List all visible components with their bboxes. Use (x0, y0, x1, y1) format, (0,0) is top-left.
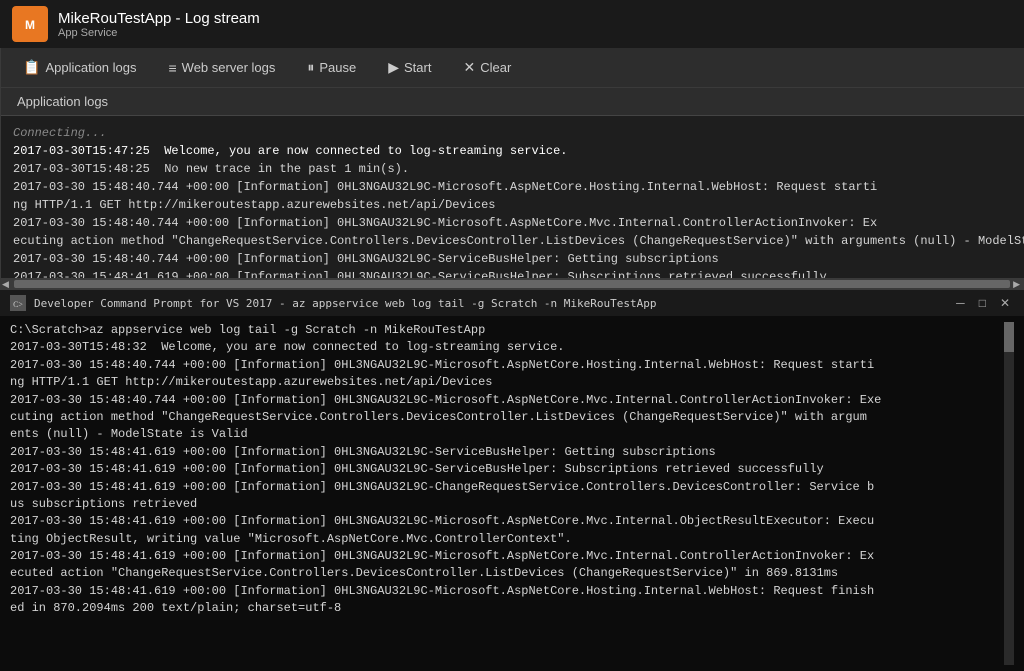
cmd-line: 2017-03-30 15:48:41.619 +00:00 [Informat… (10, 479, 1004, 496)
log-line: 2017-03-30T15:48:25 No new trace in the … (13, 160, 1024, 178)
log-output: Connecting...2017-03-30T15:47:25 Welcome… (1, 116, 1024, 278)
cmd-title-text: Developer Command Prompt for VS 2017 - a… (34, 297, 944, 310)
cmd-line: ecuted action "ChangeRequestService.Cont… (10, 565, 1004, 582)
cmd-line: us subscriptions retrieved (10, 496, 1004, 513)
svg-text:M: M (25, 18, 35, 32)
log-line: Connecting... (13, 124, 1024, 142)
cmd-scrollbar-thumb[interactable] (1004, 322, 1014, 352)
cmd-icon: C> (10, 295, 26, 311)
app-subtitle: App Service (58, 27, 260, 39)
cmd-line: ting ObjectResult, writing value "Micros… (10, 531, 1004, 548)
log-line: ng HTTP/1.1 GET http://mikeroutestapp.az… (13, 196, 1024, 214)
web-server-logs-button[interactable]: ≡ Web server logs (163, 57, 282, 79)
title-text: MikeRouTestApp - Log stream App Service (58, 10, 260, 39)
log-line: 2017-03-30 15:48:40.744 +00:00 [Informat… (13, 214, 1024, 232)
cmd-line: ed in 870.2094ms 200 text/plain; charset… (10, 600, 1004, 617)
log-line: 2017-03-30 15:48:41.619 +00:00 [Informat… (13, 268, 1024, 278)
pause-button[interactable]: ⏸ Pause (301, 56, 362, 79)
cmd-title-bar: C> Developer Command Prompt for VS 2017 … (0, 290, 1024, 316)
cmd-line: cuting action method "ChangeRequestServi… (10, 409, 1004, 426)
title-bar: M MikeRouTestApp - Log stream App Servic… (0, 0, 1024, 48)
log-content: 📋 Application logs ≡ Web server logs ⏸ P… (1, 48, 1024, 278)
azure-panel: M MikeRouTestApp - Log stream App Servic… (0, 0, 1024, 290)
cmd-line: 2017-03-30 15:48:41.619 +00:00 [Informat… (10, 461, 1004, 478)
scrollbar-thumb[interactable] (14, 280, 1010, 288)
horizontal-scrollbar[interactable]: ◀ ▶ (0, 278, 1024, 290)
clear-button[interactable]: ✕ Clear (457, 56, 517, 79)
clear-icon: ✕ (463, 59, 475, 76)
log-header-bar: Application logs (1, 88, 1024, 116)
scroll-left-arrow[interactable]: ◀ (2, 279, 9, 290)
cmd-line: ents (null) - ModelState is Valid (10, 426, 1004, 443)
start-button[interactable]: ▶ Start (382, 56, 437, 79)
app-title: MikeRouTestApp - Log stream (58, 10, 260, 27)
log-line: 2017-03-30 15:48:40.744 +00:00 [Informat… (13, 178, 1024, 196)
cmd-line: 2017-03-30 15:48:40.744 +00:00 [Informat… (10, 357, 1004, 374)
window-controls: ─ □ ✕ (952, 296, 1014, 310)
application-logs-button[interactable]: 📋 Application logs (17, 56, 143, 79)
minimize-button[interactable]: ─ (952, 296, 969, 310)
scroll-right-arrow[interactable]: ▶ (1013, 279, 1020, 290)
cmd-scrollbar[interactable] (1004, 322, 1014, 665)
cmd-line: 2017-03-30 15:48:40.744 +00:00 [Informat… (10, 392, 1004, 409)
app-icon: M (12, 6, 48, 42)
log-section-label: Application logs (17, 94, 108, 109)
cmd-line: 2017-03-30 15:48:41.619 +00:00 [Informat… (10, 583, 1004, 600)
cmd-line: 2017-03-30 15:48:41.619 +00:00 [Informat… (10, 513, 1004, 530)
pause-icon: ⏸ (307, 59, 314, 76)
web-logs-icon: ≡ (169, 60, 177, 76)
main-content: 🔍 MONITORING ∧ ◆ Application Insights ✓ … (0, 48, 1024, 278)
cmd-text-area: C:\Scratch>az appservice web log tail -g… (10, 322, 1004, 665)
cmd-line: C:\Scratch>az appservice web log tail -g… (10, 322, 1004, 339)
cmd-panel: C> Developer Command Prompt for VS 2017 … (0, 290, 1024, 671)
app-logs-icon: 📋 (23, 59, 40, 76)
log-line: ecuting action method "ChangeRequestServ… (13, 232, 1024, 250)
cmd-line: 2017-03-30T15:48:32 Welcome, you are now… (10, 339, 1004, 356)
cmd-output: C:\Scratch>az appservice web log tail -g… (0, 316, 1024, 671)
cmd-line: 2017-03-30 15:48:41.619 +00:00 [Informat… (10, 548, 1004, 565)
svg-text:C>: C> (13, 300, 23, 309)
cmd-line: 2017-03-30 15:48:41.619 +00:00 [Informat… (10, 444, 1004, 461)
log-toolbar: 📋 Application logs ≡ Web server logs ⏸ P… (1, 48, 1024, 88)
log-line: 2017-03-30T15:47:25 Welcome, you are now… (13, 142, 1024, 160)
start-icon: ▶ (388, 59, 399, 76)
log-line: 2017-03-30 15:48:40.744 +00:00 [Informat… (13, 250, 1024, 268)
restore-button[interactable]: □ (975, 296, 990, 310)
cmd-line: ng HTTP/1.1 GET http://mikeroutestapp.az… (10, 374, 1004, 391)
close-button[interactable]: ✕ (996, 296, 1014, 310)
